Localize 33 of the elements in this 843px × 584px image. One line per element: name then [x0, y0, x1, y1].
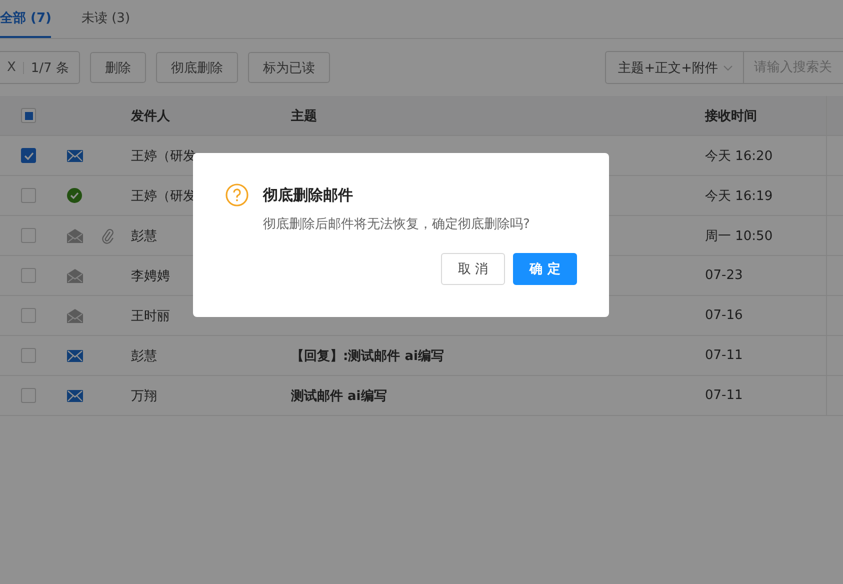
dialog-title: 彻底删除邮件	[263, 186, 353, 204]
subject-cell: 【回复】:测试邮件 ai编写	[291, 348, 444, 364]
tab[interactable]: 全部 (7)	[0, 0, 52, 38]
sender-cell: 李娉娉	[131, 268, 170, 284]
confirm-button[interactable]: 确 定	[513, 253, 577, 285]
column-header: 接收时间	[705, 108, 757, 124]
check-icon	[24, 152, 34, 160]
time-cell: 今天 16:19	[705, 188, 773, 204]
time-cell: 07-11	[705, 388, 743, 403]
clear-selection-button[interactable]: X	[7, 62, 24, 74]
toolbar-button[interactable]: 彻底删除	[156, 52, 238, 83]
selection-count: 1/7 条	[30, 60, 69, 76]
time-cell: 今天 16:20	[705, 148, 773, 164]
time-cell: 07-11	[705, 348, 743, 363]
sender-cell: 万翔	[131, 388, 157, 404]
sender-cell: 彭慧	[131, 348, 157, 364]
cancel-button[interactable]: 取 消	[441, 253, 505, 285]
select-all-checkbox[interactable]	[21, 108, 36, 123]
question-icon	[225, 183, 249, 207]
column-header: 发件人	[131, 108, 170, 124]
toolbar-button[interactable]: 删除	[90, 52, 146, 83]
toolbar-button[interactable]: 标为已读	[248, 52, 330, 83]
time-cell: 07-23	[705, 268, 743, 283]
row-checkbox[interactable]	[21, 148, 36, 163]
time-cell: 周一 10:50	[705, 228, 773, 244]
subject-cell: 测试邮件 ai编写	[291, 388, 387, 404]
column-header: 主题	[291, 108, 317, 124]
sender-cell: 王时丽	[131, 308, 170, 324]
tab[interactable]: 未读 (3)	[81, 0, 130, 38]
chevron-icon	[723, 64, 733, 70]
sender-cell: 彭慧	[131, 228, 157, 244]
dialog-message: 彻底删除后邮件将无法恢复，确定彻底删除吗?	[263, 216, 531, 233]
time-cell: 07-16	[705, 308, 743, 323]
